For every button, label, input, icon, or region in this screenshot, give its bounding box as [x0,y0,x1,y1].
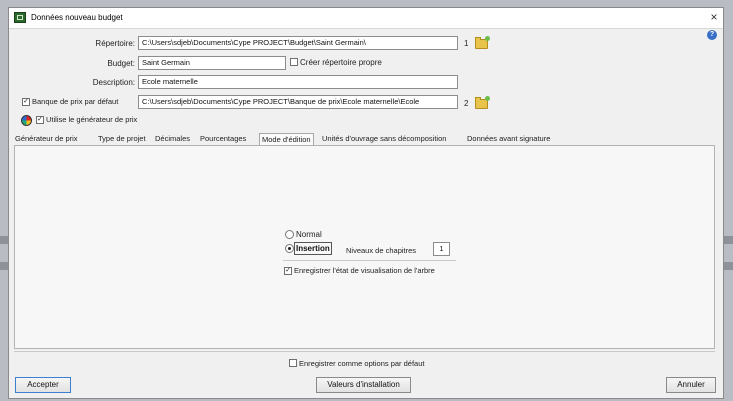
enregistrer-etat-checkbox[interactable]: ✓ [284,267,292,275]
tab-type-de-projet[interactable]: Type de projet [98,133,146,145]
accepter-button[interactable]: Accepter [15,377,71,393]
tab-pourcentages[interactable]: Pourcentages [200,133,246,145]
valeurs-installation-button[interactable]: Valeurs d'installation [316,377,411,393]
price-generator-icon [21,115,32,126]
enregistrer-etat-label: Enregistrer l'état de visualisation de l… [294,266,435,275]
separator [14,351,715,352]
tab-unites-ouvrage[interactable]: Unités d'ouvrage sans décomposition [322,133,446,145]
repertoire-field[interactable]: C:\Users\sdjeb\Documents\Cype PROJECT\Bu… [138,36,458,50]
normal-label: Normal [296,230,322,239]
open-folder-icon[interactable] [475,36,490,49]
close-icon[interactable]: × [707,10,721,24]
budget-app-icon [14,12,26,23]
dialog-title: Données nouveau budget [31,13,123,22]
creer-repertoire-label: Créer répertoire propre [300,58,382,67]
open-folder-icon[interactable] [475,96,490,109]
niveaux-label: Niveaux de chapitres [346,246,417,255]
niveaux-field[interactable]: 1 [433,242,450,256]
budget-label: Budget: [107,59,135,68]
creer-repertoire-checkbox[interactable] [290,58,298,66]
annuler-button[interactable]: Annuler [666,377,716,393]
banque-field[interactable]: C:\Users\sdjeb\Documents\Cype PROJECT\Ba… [138,95,458,109]
insertion-radio[interactable] [285,244,294,253]
description-field[interactable]: Ecole maternelle [138,75,458,89]
separator [283,260,456,261]
description-label: Description: [92,78,135,87]
budget-field[interactable]: Saint Germain [138,56,286,70]
tab-donnees-avant-signature[interactable]: Données avant signature [467,133,550,145]
title-bar: Données nouveau budget × [9,8,723,29]
generateur-label: Utilise le générateur de prix [46,115,138,124]
banque-index: 2 [464,99,469,108]
banque-label: Banque de prix par défaut [32,97,119,106]
generateur-checkbox[interactable]: ✓ [36,116,44,124]
tab-mode-edition[interactable]: Mode d'édition [259,133,314,145]
repertoire-index: 1 [464,39,469,48]
mode-edition-panel: Normal Insertion Niveaux de chapitres 1 … [14,145,715,349]
help-icon[interactable]: ? [707,30,717,40]
repertoire-label: Répertoire: [95,39,135,48]
normal-radio[interactable] [285,230,294,239]
insertion-label: Insertion [294,242,332,255]
options-defaut-label: Enregistrer comme options par défaut [299,359,425,368]
options-defaut-checkbox[interactable] [289,359,297,367]
new-budget-dialog: Données nouveau budget × ? Répertoire: C… [8,7,724,399]
tab-decimales[interactable]: Décimales [155,133,190,145]
tab-generateur-de-prix[interactable]: Générateur de prix [15,133,78,145]
banque-checkbox[interactable]: ✓ [22,98,30,106]
